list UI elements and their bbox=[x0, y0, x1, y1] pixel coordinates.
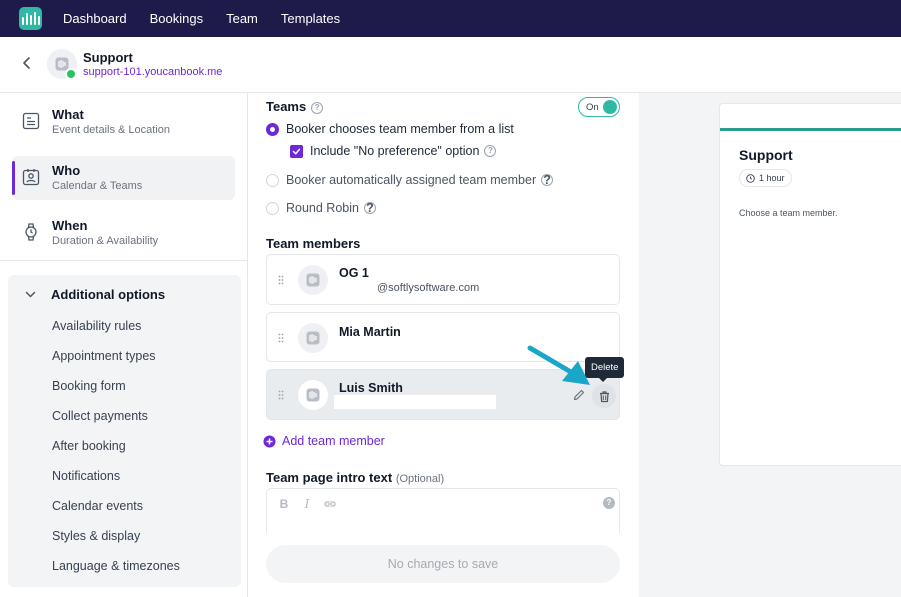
duration-badge: 1 hour bbox=[739, 169, 792, 187]
help-icon[interactable]: ? bbox=[311, 101, 324, 114]
radio-round-robin[interactable]: Round Robin? bbox=[266, 201, 376, 215]
intro-text-editor[interactable]: B I ? bbox=[266, 488, 620, 533]
member-name: Luis Smith bbox=[339, 381, 403, 395]
booking-page-preview: Support 1 hour Choose a team member. bbox=[639, 93, 901, 597]
drag-handle-icon[interactable] bbox=[278, 390, 284, 400]
member-avatar bbox=[298, 265, 328, 295]
arrow-annotation-icon bbox=[527, 345, 590, 385]
radio-auto-assigned[interactable]: Booker automatically assigned team membe… bbox=[266, 173, 554, 187]
booking-url-link[interactable]: support-101.youcanbook.me bbox=[83, 66, 222, 78]
checkbox-label: Include "No preference" option bbox=[310, 144, 480, 158]
duration-label: 1 hour bbox=[759, 173, 785, 183]
option-booking-form[interactable]: Booking form bbox=[52, 379, 126, 393]
option-availability-rules[interactable]: Availability rules bbox=[52, 319, 141, 333]
chevron-left-icon[interactable] bbox=[20, 56, 34, 70]
calendar-logo-icon bbox=[306, 388, 320, 402]
sidebar-divider bbox=[0, 260, 248, 261]
preview-title: Support bbox=[739, 147, 793, 163]
checkbox-checked[interactable] bbox=[290, 144, 303, 158]
radio-selected[interactable] bbox=[266, 122, 279, 136]
toggle-knob bbox=[603, 100, 617, 114]
trash-icon bbox=[599, 390, 609, 402]
teams-label: Teams bbox=[266, 99, 307, 114]
sidebar-step-when[interactable]: When Duration & Availability bbox=[12, 211, 235, 255]
teams-section-title: Teams? bbox=[266, 99, 324, 114]
additional-options-title: Additional options bbox=[51, 287, 166, 302]
checkbox-no-preference[interactable]: Include "No preference" option? bbox=[290, 144, 497, 158]
optional-label: (Optional) bbox=[395, 473, 445, 485]
app-logo[interactable] bbox=[19, 7, 42, 30]
option-notifications[interactable]: Notifications bbox=[52, 469, 120, 483]
additional-options-toggle[interactable]: Additional options bbox=[24, 287, 165, 302]
nav-team[interactable]: Team bbox=[226, 11, 258, 26]
intro-text-title: Team page intro text (Optional) bbox=[266, 470, 444, 485]
radio-label: Booker chooses team member from a list bbox=[286, 122, 514, 136]
sidebar: What Event details & Location Who Calend… bbox=[0, 93, 248, 597]
additional-options-panel: Additional options Availability rules Ap… bbox=[8, 275, 241, 587]
link-icon[interactable] bbox=[323, 497, 337, 511]
option-styles-display[interactable]: Styles & display bbox=[52, 529, 140, 543]
redacted-email bbox=[334, 395, 496, 409]
document-icon bbox=[22, 112, 40, 130]
step-subtitle: Calendar & Teams bbox=[52, 180, 143, 192]
drag-handle-icon[interactable] bbox=[278, 333, 284, 343]
calendar-logo-icon bbox=[306, 273, 320, 287]
team-members-title: Team members bbox=[266, 236, 361, 251]
member-email: @softlysoftware.com bbox=[377, 282, 480, 294]
help-icon[interactable]: ? bbox=[363, 202, 376, 214]
member-avatar bbox=[298, 380, 328, 410]
radio-unselected[interactable] bbox=[266, 201, 279, 215]
page-header: Support support-101.youcanbook.me bbox=[0, 37, 901, 93]
radio-booker-chooses[interactable]: Booker chooses team member from a list bbox=[266, 122, 514, 136]
chevron-down-icon bbox=[25, 291, 36, 298]
contact-card-icon bbox=[22, 169, 40, 186]
nav-dashboard[interactable]: Dashboard bbox=[63, 11, 127, 26]
step-title: What bbox=[52, 107, 84, 122]
option-calendar-events[interactable]: Calendar events bbox=[52, 499, 143, 513]
preview-card: Support 1 hour Choose a team member. bbox=[719, 103, 901, 466]
step-title: Who bbox=[52, 163, 81, 178]
italic-icon[interactable]: I bbox=[300, 497, 314, 511]
help-icon[interactable]: ? bbox=[541, 174, 554, 186]
calendar-logo-icon bbox=[306, 331, 320, 345]
nav-bookings[interactable]: Bookings bbox=[150, 11, 203, 26]
help-icon[interactable]: ? bbox=[484, 145, 497, 157]
add-team-member-button[interactable]: Add team member bbox=[263, 434, 385, 448]
step-title: When bbox=[52, 218, 88, 233]
plus-circle-icon bbox=[263, 435, 276, 447]
check-icon bbox=[292, 148, 301, 154]
member-name: OG 1 bbox=[339, 266, 369, 280]
member-name: Mia Martin bbox=[339, 325, 401, 339]
watch-icon bbox=[25, 223, 37, 241]
toggle-label: On bbox=[586, 102, 599, 113]
radio-label: Round Robin bbox=[286, 201, 359, 215]
top-nav: Dashboard Bookings Team Templates bbox=[0, 0, 901, 37]
help-icon[interactable]: ? bbox=[603, 497, 615, 509]
card-accent-line bbox=[720, 128, 901, 131]
option-collect-payments[interactable]: Collect payments bbox=[52, 409, 148, 423]
clock-icon bbox=[746, 173, 755, 183]
bold-icon[interactable]: B bbox=[277, 497, 291, 511]
radio-unselected[interactable] bbox=[266, 173, 279, 187]
page-title: Support bbox=[83, 50, 133, 65]
pencil-icon[interactable] bbox=[572, 388, 586, 402]
step-subtitle: Event details & Location bbox=[52, 124, 171, 136]
save-button[interactable]: No changes to save bbox=[266, 545, 620, 583]
teams-toggle[interactable]: On bbox=[578, 97, 620, 117]
intro-text-label: Team page intro text bbox=[266, 470, 393, 485]
sidebar-step-who[interactable]: Who Calendar & Teams bbox=[12, 156, 235, 200]
option-appointment-types[interactable]: Appointment types bbox=[52, 349, 156, 363]
sidebar-step-what[interactable]: What Event details & Location bbox=[12, 100, 235, 144]
preview-description: Choose a team member. bbox=[739, 208, 838, 218]
option-language-timezones[interactable]: Language & timezones bbox=[52, 559, 180, 573]
step-subtitle: Duration & Availability bbox=[52, 235, 159, 247]
status-dot bbox=[65, 68, 77, 80]
team-member-row[interactable]: OG 1 @softlysoftware.com bbox=[266, 254, 620, 305]
drag-handle-icon[interactable] bbox=[278, 275, 284, 285]
radio-label: Booker automatically assigned team membe… bbox=[286, 173, 537, 187]
add-team-member-label: Add team member bbox=[282, 434, 385, 448]
nav-templates[interactable]: Templates bbox=[281, 11, 340, 26]
option-after-booking[interactable]: After booking bbox=[52, 439, 126, 453]
member-avatar bbox=[298, 323, 328, 353]
